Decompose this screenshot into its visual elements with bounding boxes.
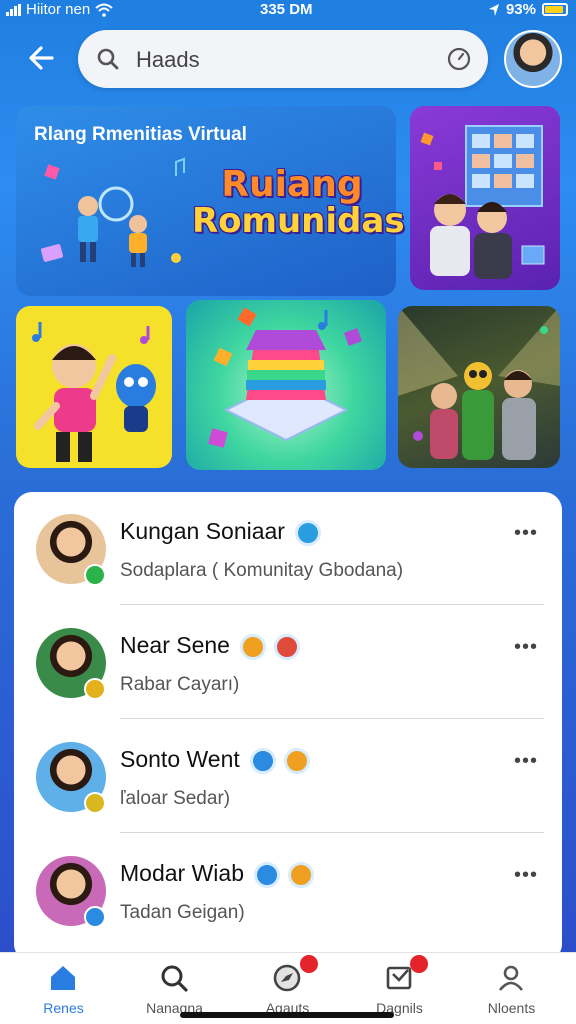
search-input[interactable]: Haads <box>136 47 200 73</box>
status-right: 93% <box>488 1 568 18</box>
rainbow-cube-illustration <box>208 307 362 448</box>
list-item[interactable]: Near Sene Rabar Cayarı) ••• <box>14 606 562 720</box>
arrow-left-icon <box>29 46 54 70</box>
tab-home[interactable]: Renes <box>6 953 121 1024</box>
status-badge <box>84 906 106 928</box>
more-options-button[interactable]: ••• <box>514 864 538 887</box>
back-button[interactable] <box>22 38 62 78</box>
wifi-icon <box>95 3 113 17</box>
contact-name: Sonto Went <box>120 746 240 772</box>
contact-name: Modar Wiab <box>120 860 244 886</box>
carrier-name: Hiitor nen <box>26 1 91 18</box>
party-photo <box>398 306 560 460</box>
tab-label: Nloents <box>487 1000 536 1016</box>
search-bar[interactable]: Haads <box>78 30 488 88</box>
battery-percent: 93% <box>505 1 536 18</box>
home-indicator <box>180 1012 394 1018</box>
community-list: Kungan Soniaar Sodaplara ( Komunitay Gbod… <box>14 492 562 962</box>
status-time: 335 DM <box>260 1 313 18</box>
battery-icon <box>542 3 568 16</box>
contact-name: Kungan Soniaar <box>120 518 285 544</box>
status-left: Hiitor nen <box>6 1 113 18</box>
divider <box>120 604 544 605</box>
home-icon <box>51 966 75 990</box>
verified-icon <box>250 748 276 774</box>
banner-party[interactable] <box>398 306 560 468</box>
video-wall-illustration <box>420 125 545 279</box>
more-options-button[interactable]: ••• <box>514 636 538 659</box>
notification-badge <box>410 955 428 973</box>
search-icon <box>161 965 188 992</box>
verified-icon <box>295 520 321 546</box>
status-badge <box>84 792 106 814</box>
inbox-icon <box>386 966 412 990</box>
dance-illustration <box>32 322 156 462</box>
status-badge <box>84 678 106 700</box>
award-icon <box>284 748 310 774</box>
list-item[interactable]: Sonto Went ľaloar Sedar) ••• <box>14 720 562 834</box>
explore-icon <box>273 964 301 992</box>
divider <box>120 832 544 833</box>
search-icon <box>97 48 119 70</box>
tab-profile[interactable]: Nloents <box>454 953 569 1024</box>
clock-icon[interactable] <box>446 46 472 72</box>
more-options-button[interactable]: ••• <box>514 522 538 545</box>
logo-line-2: Romunidas <box>192 200 405 241</box>
contact-subtitle: Tadan Geigan) <box>120 902 245 923</box>
contact-subtitle: Rabar Cayarı) <box>120 674 240 695</box>
award-icon <box>288 862 314 888</box>
banner-dance[interactable] <box>16 306 172 468</box>
banner-cube[interactable] <box>186 300 386 470</box>
status-badge <box>84 564 106 586</box>
logo-line-1: Ruiang <box>221 164 363 205</box>
notification-badge <box>300 955 318 973</box>
community-logo: Ruiang Romunidas <box>192 164 405 241</box>
banner-video-wall[interactable] <box>410 106 560 290</box>
location-icon <box>488 3 499 16</box>
status-bar: Hiitor nen 335 DM 93% <box>0 0 576 22</box>
contact-subtitle: ľaloar Sedar) <box>120 788 231 809</box>
list-item[interactable]: Modar Wiab Tadan Geigan) ••• <box>14 834 562 948</box>
contact-name: Near Sene <box>120 632 230 658</box>
profile-avatar[interactable] <box>504 30 562 88</box>
contact-subtitle: Sodaplara ( Komunitay Gbodana) <box>120 560 404 581</box>
award-icon <box>274 634 300 660</box>
verified-icon <box>240 634 266 660</box>
divider <box>120 718 544 719</box>
profile-icon <box>498 965 524 991</box>
list-item[interactable]: Kungan Soniaar Sodaplara ( Komunitay Gbod… <box>14 492 562 606</box>
verified-icon <box>254 862 280 888</box>
tab-label: Renes <box>43 1000 84 1016</box>
signal-icon <box>6 3 21 16</box>
more-options-button[interactable]: ••• <box>514 750 538 773</box>
